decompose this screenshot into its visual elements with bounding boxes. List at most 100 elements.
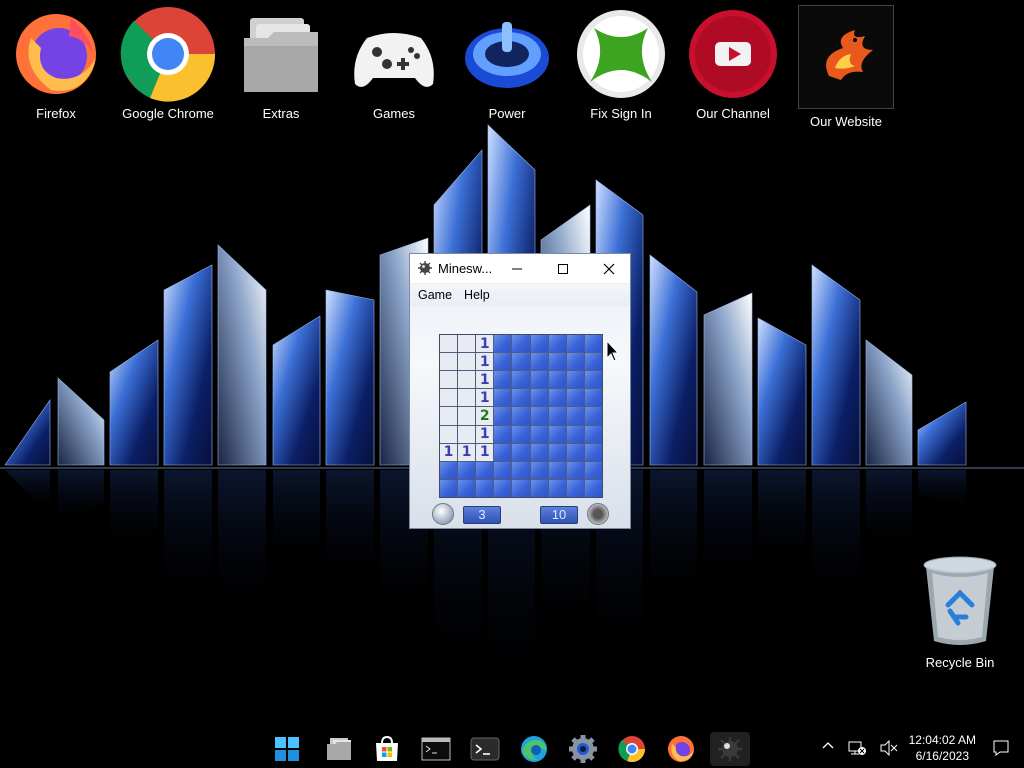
mine-cell[interactable] bbox=[530, 443, 548, 461]
taskbar-terminal[interactable] bbox=[465, 732, 505, 766]
notification-icon[interactable] bbox=[992, 739, 1010, 757]
mine-cell[interactable] bbox=[440, 407, 458, 425]
desktop-icon-firefox[interactable]: Firefox bbox=[2, 8, 110, 121]
mine-cell[interactable] bbox=[530, 461, 548, 479]
mine-cell[interactable]: 1 bbox=[476, 353, 494, 371]
mine-cell[interactable] bbox=[530, 425, 548, 443]
desktop-icon-power[interactable]: Power bbox=[453, 8, 561, 121]
mine-cell[interactable] bbox=[584, 371, 602, 389]
mine-cell[interactable] bbox=[548, 335, 566, 353]
taskbar-minesweeper[interactable] bbox=[710, 732, 750, 766]
mine-cell[interactable] bbox=[566, 407, 584, 425]
mine-cell[interactable] bbox=[440, 479, 458, 497]
mine-cell[interactable] bbox=[548, 353, 566, 371]
mine-cell[interactable] bbox=[494, 443, 512, 461]
mine-cell[interactable] bbox=[548, 443, 566, 461]
mine-cell[interactable] bbox=[566, 425, 584, 443]
desktop-icon-google-chrome[interactable]: Google Chrome bbox=[114, 7, 222, 121]
mine-cell[interactable] bbox=[458, 335, 476, 353]
mine-cell[interactable] bbox=[512, 479, 530, 497]
mine-cell[interactable] bbox=[584, 443, 602, 461]
desktop-icon-extras[interactable]: Extras bbox=[227, 8, 335, 121]
network-disconnected-icon[interactable] bbox=[848, 740, 866, 756]
taskbar-firefox[interactable] bbox=[661, 732, 701, 766]
taskbar-settings[interactable] bbox=[563, 732, 603, 766]
mine-cell[interactable] bbox=[458, 479, 476, 497]
mine-cell[interactable] bbox=[584, 407, 602, 425]
mine-cell[interactable]: 1 bbox=[476, 389, 494, 407]
mine-cell[interactable] bbox=[530, 407, 548, 425]
mine-cell[interactable] bbox=[512, 335, 530, 353]
mine-cell[interactable] bbox=[584, 389, 602, 407]
mine-cell[interactable] bbox=[530, 353, 548, 371]
taskbar-store[interactable] bbox=[367, 732, 407, 766]
mine-cell[interactable] bbox=[494, 371, 512, 389]
mine-cell[interactable] bbox=[494, 335, 512, 353]
mine-cell[interactable] bbox=[494, 389, 512, 407]
mine-cell[interactable] bbox=[494, 425, 512, 443]
mine-cell[interactable] bbox=[584, 461, 602, 479]
mine-cell[interactable] bbox=[530, 479, 548, 497]
taskbar-start[interactable] bbox=[267, 732, 307, 766]
mine-cell[interactable] bbox=[548, 389, 566, 407]
mine-cell[interactable] bbox=[548, 479, 566, 497]
mine-cell[interactable] bbox=[548, 461, 566, 479]
mine-cell[interactable] bbox=[530, 371, 548, 389]
taskbar-edge[interactable] bbox=[514, 732, 554, 766]
desktop-icon-recycle-bin[interactable]: Recycle Bin bbox=[905, 553, 1015, 670]
desktop-icon-our-website[interactable]: Our Website bbox=[792, 5, 900, 129]
speaker-muted-icon[interactable] bbox=[880, 740, 898, 756]
mine-cell[interactable] bbox=[494, 479, 512, 497]
desktop-icon-our-channel[interactable]: Our Channel bbox=[679, 8, 787, 121]
mine-cell[interactable] bbox=[440, 461, 458, 479]
mine-cell[interactable] bbox=[584, 335, 602, 353]
menu-help[interactable]: Help bbox=[459, 284, 497, 306]
mine-cell[interactable] bbox=[440, 353, 458, 371]
mine-cell[interactable] bbox=[566, 461, 584, 479]
minimize-button[interactable] bbox=[494, 254, 540, 283]
mine-cell[interactable] bbox=[458, 461, 476, 479]
mine-cell[interactable] bbox=[458, 353, 476, 371]
taskbar-clock[interactable]: 12:04:02 AM 6/16/2023 bbox=[909, 732, 976, 764]
mine-cell[interactable] bbox=[494, 407, 512, 425]
maximize-button[interactable] bbox=[540, 254, 586, 283]
mine-cell[interactable] bbox=[458, 407, 476, 425]
mine-cell[interactable] bbox=[512, 353, 530, 371]
mine-cell[interactable] bbox=[584, 425, 602, 443]
mine-cell[interactable]: 1 bbox=[458, 443, 476, 461]
mine-cell[interactable] bbox=[440, 389, 458, 407]
mine-cell[interactable] bbox=[530, 335, 548, 353]
mine-cell[interactable] bbox=[566, 443, 584, 461]
mine-cell[interactable] bbox=[566, 479, 584, 497]
mine-cell[interactable] bbox=[512, 407, 530, 425]
mine-cell[interactable] bbox=[584, 479, 602, 497]
mine-cell[interactable] bbox=[548, 425, 566, 443]
chevron-up-icon[interactable] bbox=[822, 740, 834, 752]
mine-cell[interactable] bbox=[512, 443, 530, 461]
mine-cell[interactable] bbox=[530, 389, 548, 407]
mine-cell[interactable] bbox=[512, 371, 530, 389]
mine-cell[interactable] bbox=[512, 461, 530, 479]
mine-cell[interactable] bbox=[494, 461, 512, 479]
mine-cell[interactable] bbox=[512, 389, 530, 407]
menu-game[interactable]: Game bbox=[413, 284, 459, 306]
mine-cell[interactable] bbox=[566, 371, 584, 389]
mine-cell[interactable] bbox=[440, 335, 458, 353]
mine-cell[interactable] bbox=[458, 389, 476, 407]
mine-cell[interactable] bbox=[548, 371, 566, 389]
mine-cell[interactable]: 1 bbox=[476, 425, 494, 443]
mine-cell[interactable]: 1 bbox=[440, 443, 458, 461]
mine-cell[interactable] bbox=[440, 425, 458, 443]
mine-cell[interactable]: 1 bbox=[476, 371, 494, 389]
mine-cell[interactable] bbox=[566, 335, 584, 353]
close-button[interactable] bbox=[586, 254, 632, 283]
mine-cell[interactable] bbox=[440, 371, 458, 389]
taskbar-command-prompt[interactable] bbox=[416, 732, 456, 766]
mine-cell[interactable] bbox=[476, 479, 494, 497]
desktop-icon-fix-sign-in[interactable]: Fix Sign In bbox=[567, 8, 675, 121]
title-bar[interactable]: Minesw... bbox=[410, 254, 630, 284]
mine-cell[interactable] bbox=[584, 353, 602, 371]
mine-cell[interactable]: 1 bbox=[476, 443, 494, 461]
mine-cell[interactable] bbox=[566, 389, 584, 407]
mine-cell[interactable] bbox=[548, 407, 566, 425]
